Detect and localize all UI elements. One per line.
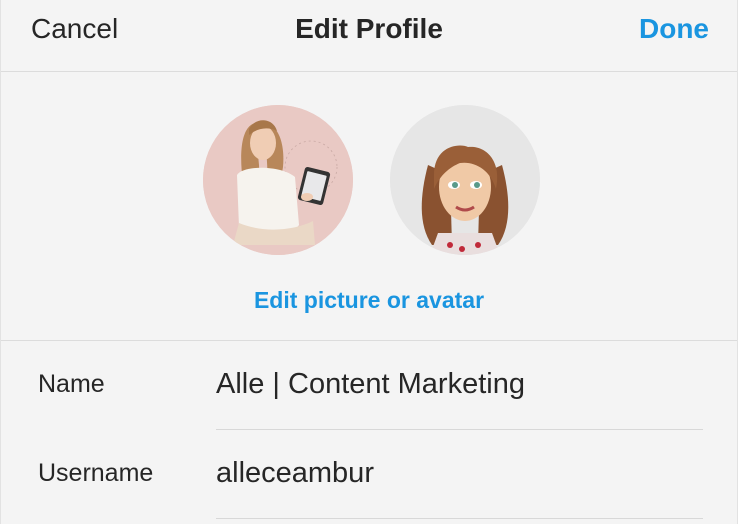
- username-label: Username: [38, 459, 154, 487]
- name-label: Name: [38, 370, 105, 398]
- avatar-memoji-image: [390, 105, 540, 255]
- page-title: Edit Profile: [295, 13, 443, 44]
- navigation-bar: Cancel Edit Profile Done: [1, 0, 737, 72]
- username-divider: [216, 518, 703, 519]
- done-button[interactable]: Done: [639, 13, 709, 45]
- name-divider: [216, 429, 703, 430]
- avatar-memoji[interactable]: [390, 105, 540, 255]
- name-field[interactable]: [216, 368, 706, 401]
- edit-profile-screen: Cancel Edit Profile Done Edit picture or…: [0, 0, 738, 524]
- profile-picture-section: Edit picture or avatar: [1, 73, 737, 341]
- username-field[interactable]: [216, 457, 706, 490]
- username-row: Username: [1, 431, 737, 519]
- profile-photo-image: [203, 105, 353, 255]
- edit-picture-link[interactable]: Edit picture or avatar: [1, 287, 737, 314]
- profile-photo[interactable]: [203, 105, 353, 255]
- name-row: Name: [1, 342, 737, 430]
